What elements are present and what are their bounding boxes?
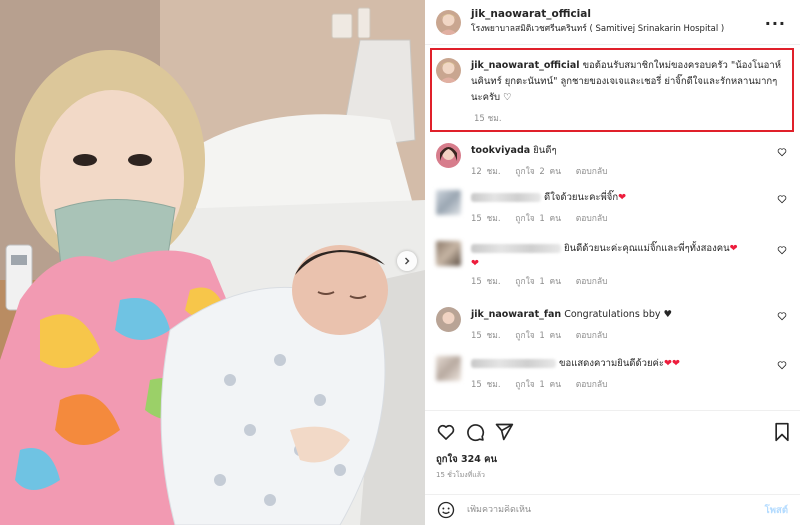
avatar-image	[436, 143, 461, 168]
caption-username[interactable]: jik_naowarat_official	[471, 60, 580, 71]
red-heart-emoji: ❤	[618, 192, 627, 203]
commenter-avatar[interactable]	[436, 143, 461, 168]
comment-item: ยินดีด้วยนะค่ะคุณแม่จิ๊กและพี่ๆทั้งสองคน…	[436, 241, 791, 290]
reply-button[interactable]: ตอบกลับ	[576, 214, 608, 224]
comment-time: 12 ชม.	[471, 167, 501, 177]
reply-button[interactable]: ตอบกลับ	[576, 331, 608, 341]
post-location[interactable]: โรงพยาบาลสมิติเวชศรีนครินทร์ ( Samitivej…	[471, 22, 724, 37]
bookmark-icon[interactable]	[773, 422, 791, 442]
post-photo[interactable]	[0, 0, 425, 525]
comment-time: 15 ชม.	[471, 331, 501, 341]
post-comment-button[interactable]: โพสต์	[765, 503, 788, 518]
comment-likes[interactable]: ถูกใจ 2 คน	[515, 167, 561, 177]
photo-illustration	[0, 0, 425, 525]
post-caption: jik_naowarat_official ขอต้อนรับสมาชิกใหม…	[436, 58, 781, 124]
white-heart-emoji: ♡	[503, 92, 512, 103]
heart-outline-icon[interactable]	[436, 422, 456, 442]
comment-item: tookviyada ยินดีๆ 12 ชม. ถูกใจ 2 คน ตอบก…	[436, 143, 791, 180]
reply-button[interactable]: ตอบกลับ	[576, 167, 608, 177]
paper-plane-icon[interactable]	[494, 422, 514, 442]
red-heart-emoji: ❤	[471, 258, 479, 269]
comment-item: ดีใจด้วยนะคะพี่จิ๊ก❤ 15 ชม. ถูกใจ 1 คน ต…	[436, 190, 791, 227]
blurred-username[interactable]	[471, 193, 541, 202]
blurred-avatar[interactable]	[436, 356, 461, 381]
caption-time: 15 ชม.	[474, 114, 502, 124]
more-dots-icon[interactable]: ···	[765, 14, 786, 33]
commenter-username[interactable]: tookviyada	[471, 145, 530, 156]
post-timestamp[interactable]: 15 ชั่วโมงที่แล้ว	[436, 470, 485, 481]
like-count[interactable]: ถูกใจ 324 คน	[436, 452, 497, 467]
comment-text: ขอแสดงความยินดีด้วยค่ะ	[559, 358, 665, 369]
header-divider	[425, 44, 800, 45]
post-header: jik_naowarat_official โรงพยาบาลสมิติเวชศ…	[425, 0, 800, 44]
blurred-username[interactable]	[471, 359, 556, 368]
heart-outline-icon[interactable]	[777, 147, 787, 157]
heart-outline-icon[interactable]	[777, 194, 787, 204]
reply-button[interactable]: ตอบกลับ	[576, 277, 608, 287]
post-panel: jik_naowarat_official โรงพยาบาลสมิติเวชศ…	[425, 0, 800, 525]
commenter-avatar[interactable]	[436, 307, 461, 332]
next-photo-button[interactable]	[397, 251, 417, 271]
comment-likes[interactable]: ถูกใจ 1 คน	[515, 214, 561, 224]
caption-avatar[interactable]	[436, 58, 461, 83]
heart-outline-icon[interactable]	[777, 311, 787, 321]
comment-likes[interactable]: ถูกใจ 1 คน	[515, 277, 561, 287]
commenter-username[interactable]: jik_naowarat_fan	[471, 309, 561, 320]
comment-time: 15 ชม.	[471, 214, 501, 224]
comment-input[interactable]	[467, 505, 737, 515]
avatar-image	[436, 9, 461, 35]
author-avatar[interactable]	[436, 9, 461, 35]
reply-button[interactable]: ตอบกลับ	[576, 380, 608, 390]
heart-outline-icon[interactable]	[777, 360, 787, 370]
comment-likes[interactable]: ถูกใจ 1 คน	[515, 380, 561, 390]
comment-text: Congratulations bby	[564, 309, 661, 320]
comment-text: ยินดีด้วยนะค่ะคุณแม่จิ๊กและพี่ๆทั้งสองคน	[564, 243, 730, 254]
comment-bubble-icon[interactable]	[465, 422, 485, 442]
comment-item: ขอแสดงความยินดีด้วยค่ะ❤❤ 15 ชม. ถูกใจ 1 …	[436, 356, 791, 393]
red-heart-emoji: ❤❤	[664, 358, 680, 369]
red-heart-emoji: ❤	[729, 243, 738, 254]
comment-time: 15 ชม.	[471, 277, 501, 287]
comments-divider	[425, 410, 800, 411]
author-username[interactable]: jik_naowarat_official	[471, 7, 724, 22]
comment-text: ยินดีๆ	[533, 145, 557, 156]
comment-likes[interactable]: ถูกใจ 1 คน	[515, 331, 561, 341]
comment-text: ดีใจด้วยนะคะพี่จิ๊ก	[544, 192, 619, 203]
comment-time: 15 ชม.	[471, 380, 501, 390]
add-comment-bar: โพสต์	[425, 494, 800, 525]
avatar-image	[436, 58, 461, 83]
black-heart-emoji: ♥	[663, 309, 673, 320]
comment-item: jik_naowarat_fan Congratulations bby ♥ 1…	[436, 307, 791, 344]
blurred-username[interactable]	[471, 244, 561, 253]
blurred-avatar[interactable]	[436, 241, 461, 266]
avatar-image	[436, 307, 461, 332]
smiley-icon[interactable]	[437, 501, 455, 519]
action-bar	[436, 422, 791, 444]
heart-outline-icon[interactable]	[777, 245, 787, 255]
blurred-avatar[interactable]	[436, 190, 461, 215]
chevron-right-icon	[405, 257, 410, 265]
